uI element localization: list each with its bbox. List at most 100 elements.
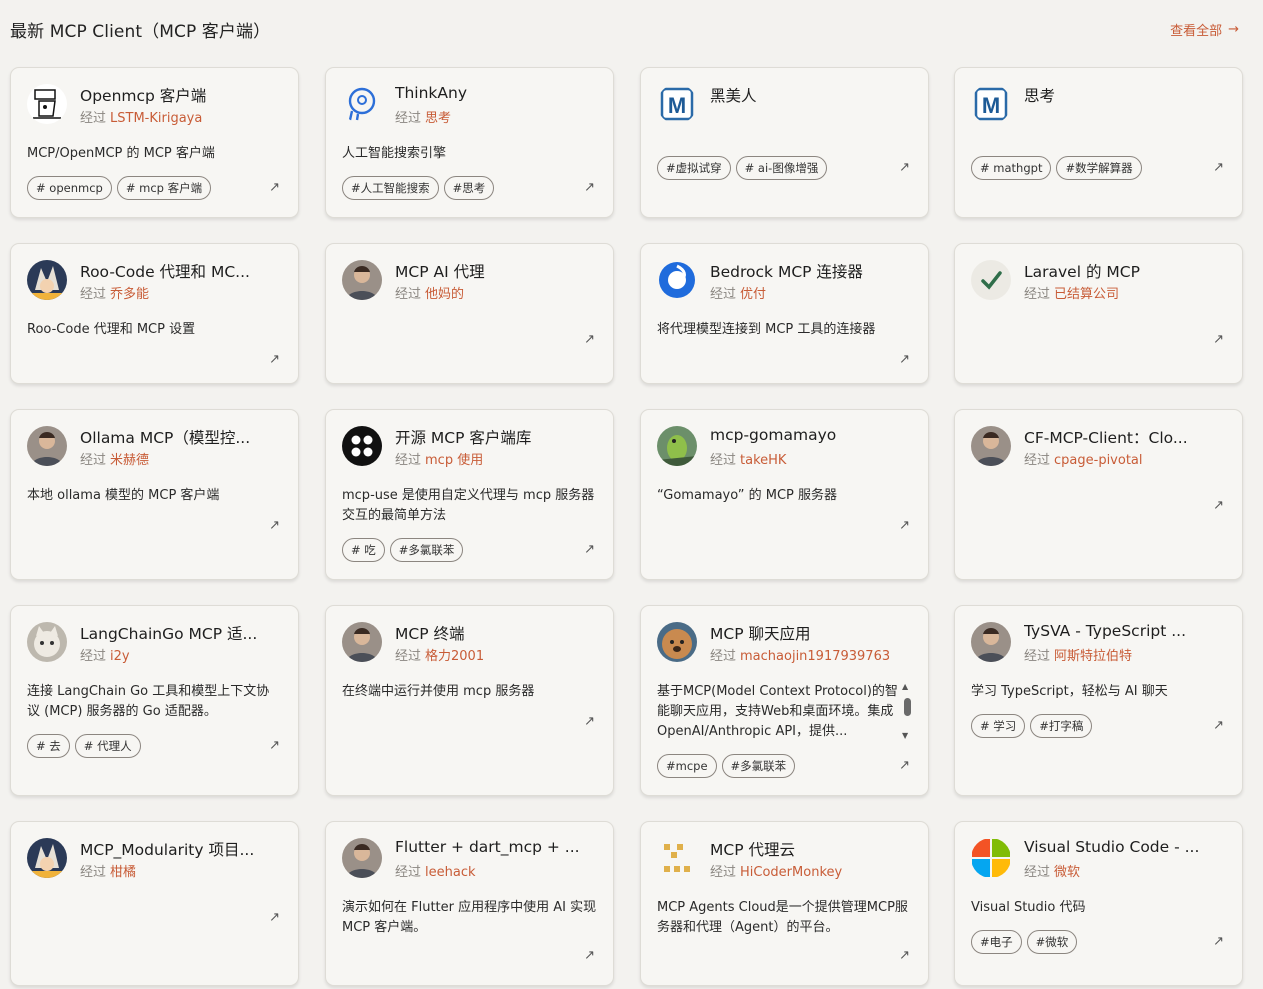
tag-chip[interactable]: # ai-图像增强 [735,156,828,180]
tag-chip[interactable]: #多氯联苯 [389,538,464,562]
tag-chip[interactable]: #人工智能搜索 [342,176,439,200]
client-card[interactable]: M 思考 # mathgpt #数学解算器 ↗ [954,67,1243,218]
open-arrow-icon[interactable]: ↗ [1213,332,1224,347]
scroll-up-icon[interactable]: ▲ [902,682,908,691]
open-arrow-icon[interactable]: ↗ [584,948,595,963]
client-card[interactable]: MCP 终端 经过 格力2001 在终端中运行并使用 mcp 服务器 ↗ [325,605,614,796]
card-title[interactable]: Ollama MCP（模型控... [80,426,286,448]
author-link[interactable]: 已结算公司 [1054,287,1119,302]
client-card[interactable]: 开源 MCP 客户端库 经过 mcp 使用 mcp-use 是使用自定义代理与 mcp… [325,409,614,580]
open-arrow-icon[interactable]: ↗ [269,352,280,367]
open-arrow-icon[interactable]: ↗ [269,738,280,753]
tag-chip[interactable]: # 代理人 [74,734,141,758]
open-arrow-icon[interactable]: ↗ [269,180,280,195]
card-title[interactable]: MCP AI 代理 [395,260,601,282]
client-card[interactable]: Laravel 的 MCP 经过 已结算公司 ↗ [954,243,1243,384]
author-link[interactable]: 柑橘 [110,865,136,880]
view-all-link[interactable]: 查看全部 → [1170,20,1239,39]
tag-chip[interactable]: # mcp 客户端 [116,176,212,200]
author-link[interactable]: 阿斯特拉伯特 [1054,649,1132,664]
tag-chip[interactable]: #微软 [1026,930,1078,954]
card-title[interactable]: ThinkAny [395,84,601,102]
author-link[interactable]: 米赫德 [110,453,149,468]
tag-chip[interactable]: #电子 [971,930,1022,954]
card-title[interactable]: Bedrock MCP 连接器 [710,260,916,282]
open-arrow-icon[interactable]: ↗ [269,518,280,533]
client-card[interactable]: M 黑美人 #虚拟试穿 # ai-图像增强 ↗ [640,67,929,218]
scroll-thumb[interactable] [904,698,911,716]
card-title[interactable]: Laravel 的 MCP [1024,260,1230,282]
tag-chip[interactable]: # 去 [27,734,70,758]
open-arrow-icon[interactable]: ↗ [899,758,910,773]
open-arrow-icon[interactable]: ↗ [899,160,910,175]
tag-chip[interactable]: #打字稿 [1030,714,1093,738]
client-card[interactable]: MCP 聊天应用 经过 machaojin1917939763 基于MCP(Model… [640,605,929,796]
description-scrollbar[interactable]: ▲ ▼ [902,682,912,740]
tag-chip[interactable]: # 吃 [342,538,385,562]
open-arrow-icon[interactable]: ↗ [1213,934,1224,949]
author-link[interactable]: cpage-pivotal [1054,453,1143,468]
scroll-down-icon[interactable]: ▼ [902,731,908,740]
client-card[interactable]: Ollama MCP（模型控... 经过 米赫德 本地 ollama 模型的 MCP … [10,409,299,580]
tag-chip[interactable]: #思考 [443,176,495,200]
client-card[interactable]: MCP_Modularity 项目... 经过 柑橘 ↗ [10,821,299,986]
client-card[interactable]: CF-MCP-Client：Clo... 经过 cpage-pivotal ↗ [954,409,1243,580]
client-card[interactable]: MCP AI 代理 经过 他妈的 ↗ [325,243,614,384]
author-link[interactable]: leehack [425,865,476,880]
author-link[interactable]: 微软 [1054,865,1080,880]
author-link[interactable]: i2y [110,649,130,664]
open-arrow-icon[interactable]: ↗ [1213,718,1224,733]
client-card[interactable]: mcp-gomamayo 经过 takeHK “Gomamayo” 的 MCP 服务器… [640,409,929,580]
card-title[interactable]: TySVA - TypeScript ... [1024,622,1230,640]
author-link[interactable]: 乔多能 [110,287,149,302]
open-arrow-icon[interactable]: ↗ [899,352,910,367]
tag-chip[interactable]: # 学习 [971,714,1026,738]
client-card[interactable]: Openmcp 客户端 经过 LSTM-Kirigaya MCP/OpenMCP 的 … [10,67,299,218]
card-title[interactable]: MCP 聊天应用 [710,622,916,644]
author-link[interactable]: HiCoderMonkey [740,865,842,880]
client-card[interactable]: Bedrock MCP 连接器 经过 优付 将代理模型连接到 MCP 工具的连接器 ↗ [640,243,929,384]
author-link[interactable]: machaojin1917939763 [740,649,890,664]
card-title[interactable]: Openmcp 客户端 [80,84,286,106]
card-title[interactable]: LangChainGo MCP 适... [80,622,286,644]
author-link[interactable]: 他妈的 [425,287,464,302]
client-card[interactable]: Roo-Code 代理和 MC... 经过 乔多能 Roo-Code 代理和 MCP … [10,243,299,384]
open-arrow-icon[interactable]: ↗ [584,180,595,195]
client-card[interactable]: Flutter + dart_mcp + ... 经过 leehack 演示如何在 F… [325,821,614,986]
client-card[interactable]: MCP 代理云 经过 HiCoderMonkey MCP Agents Cloud是一… [640,821,929,986]
open-arrow-icon[interactable]: ↗ [584,332,595,347]
tag-chip[interactable]: # mathgpt [971,156,1052,180]
open-arrow-icon[interactable]: ↗ [1213,498,1224,513]
card-title[interactable]: Visual Studio Code - ... [1024,838,1230,856]
card-title[interactable]: Flutter + dart_mcp + ... [395,838,601,856]
card-title[interactable]: MCP 终端 [395,622,601,644]
open-arrow-icon[interactable]: ↗ [899,518,910,533]
card-title[interactable]: MCP 代理云 [710,838,916,860]
client-card[interactable]: LangChainGo MCP 适... 经过 i2y 连接 LangChain Go… [10,605,299,796]
tag-chip[interactable]: # openmcp [27,176,112,200]
author-link[interactable]: takeHK [740,453,786,468]
author-link[interactable]: LSTM-Kirigaya [110,111,202,126]
open-arrow-icon[interactable]: ↗ [584,714,595,729]
client-card[interactable]: Visual Studio Code - ... 经过 微软 Visual Studi… [954,821,1243,986]
card-title[interactable]: Roo-Code 代理和 MC... [80,260,286,282]
author-link[interactable]: 优付 [740,287,766,302]
open-arrow-icon[interactable]: ↗ [1213,160,1224,175]
card-title[interactable]: 思考 [1024,84,1230,106]
tag-chip[interactable]: #mcpe [657,754,717,778]
author-link[interactable]: 格力2001 [425,649,484,664]
author-link[interactable]: 思考 [425,111,451,126]
card-title[interactable]: 开源 MCP 客户端库 [395,426,601,448]
tag-chip[interactable]: #多氯联苯 [721,754,796,778]
tag-chip[interactable]: #虚拟试穿 [657,156,731,180]
card-title[interactable]: mcp-gomamayo [710,426,916,444]
card-title[interactable]: CF-MCP-Client：Clo... [1024,426,1230,448]
tag-chip[interactable]: #数学解算器 [1056,156,1142,180]
open-arrow-icon[interactable]: ↗ [269,910,280,925]
card-title[interactable]: MCP_Modularity 项目... [80,838,286,860]
open-arrow-icon[interactable]: ↗ [899,948,910,963]
client-card[interactable]: TySVA - TypeScript ... 经过 阿斯特拉伯特 学习 TypeScr… [954,605,1243,796]
card-title[interactable]: 黑美人 [710,84,916,106]
client-card[interactable]: ThinkAny 经过 思考 人工智能搜索引擎 #人工智能搜索 #思考 ↗ [325,67,614,218]
open-arrow-icon[interactable]: ↗ [584,542,595,557]
